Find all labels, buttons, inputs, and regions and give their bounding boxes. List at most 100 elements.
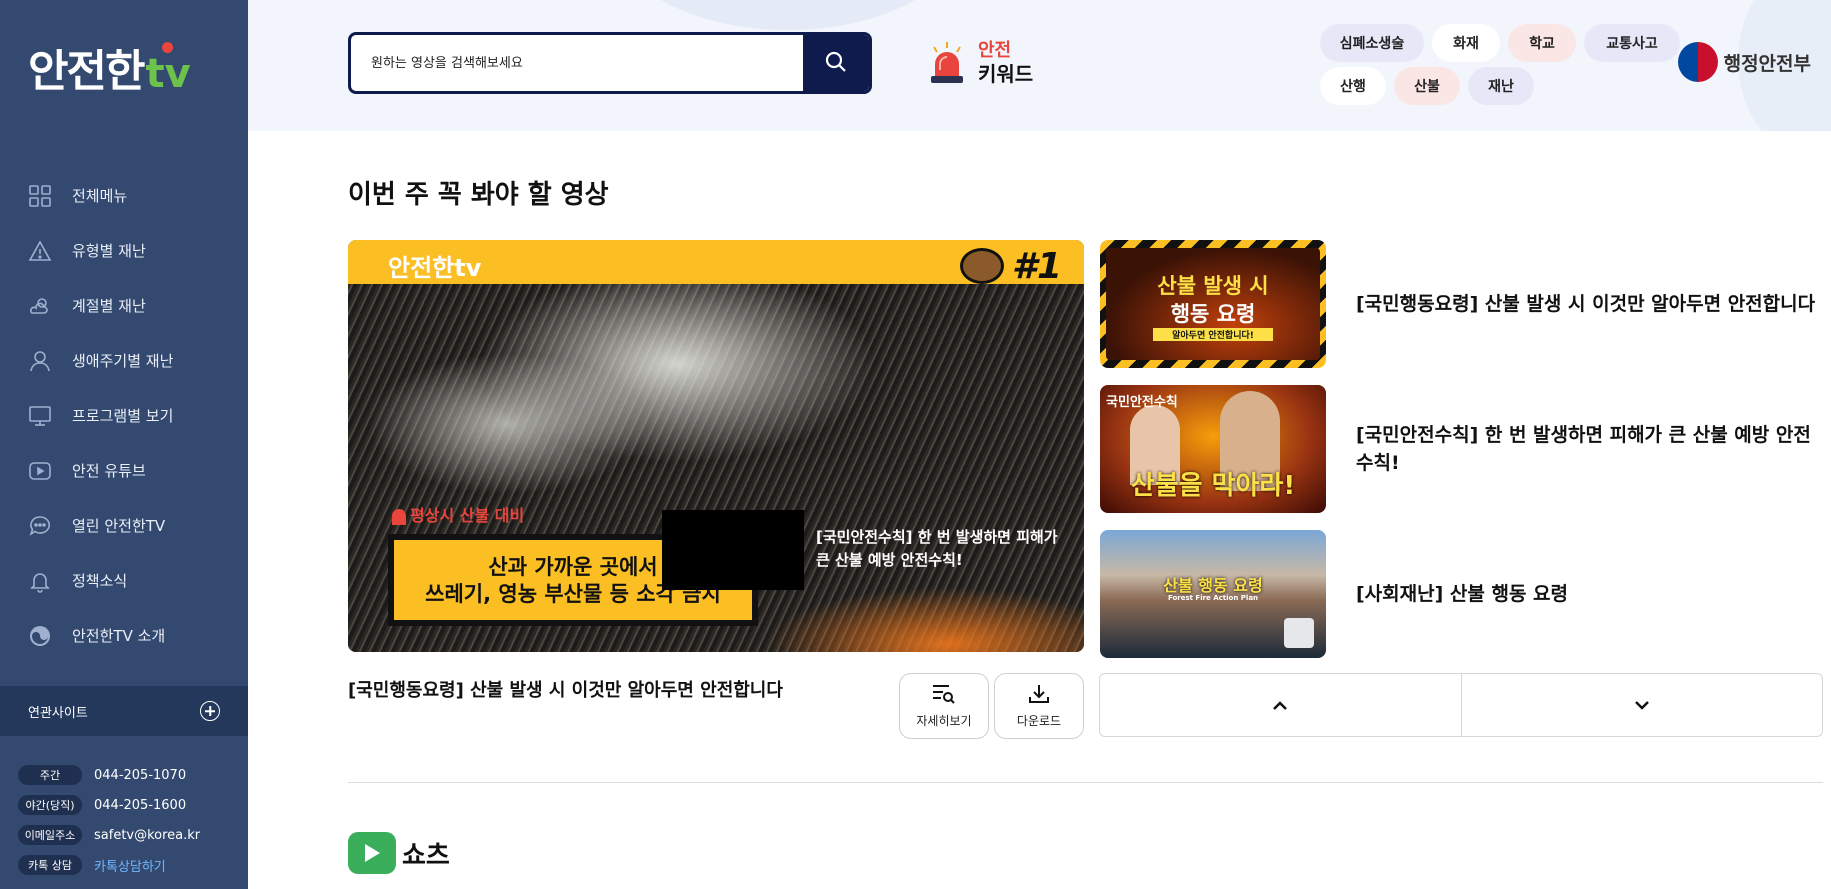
detail-view-button[interactable]: 자세히보기 — [899, 673, 989, 739]
download-button[interactable]: 다운로드 — [994, 673, 1084, 739]
sidebar-item-program[interactable]: 프로그램별 보기 — [0, 388, 248, 443]
search-box — [348, 32, 872, 94]
video-title: [국민행동요령] 산불 발생 시 이것만 알아두면 안전합니다 — [1356, 292, 1816, 315]
featured-video[interactable]: 안전한tv #1 평상시 산불 대비 산과 가까운 곳에서 쓰레기, 영농 부산… — [348, 240, 1084, 652]
siren-small-icon — [392, 508, 406, 525]
contact-value: 044-205-1600 — [94, 797, 187, 813]
section-divider — [348, 782, 1823, 783]
featured-logo: 안전한tv — [388, 254, 482, 282]
search-button[interactable] — [803, 35, 869, 91]
video-thumbnail: 산불 행동 요령 Forest Fire Action Plan — [1100, 530, 1326, 658]
featured-video-title[interactable]: [국민행동요령] 산불 발생 시 이것만 알아두면 안전합니다 — [348, 676, 783, 702]
safety-keyword-title: 안전 키워드 — [928, 40, 1033, 86]
section-title: 이번 주 꼭 봐야 할 영상 — [348, 180, 609, 210]
contact-tag: 주간 — [18, 765, 82, 785]
list-item[interactable]: 국민안전수칙 산불을 막아라! [국민안전수칙] 한 번 발생하면 피해가 큰 … — [1100, 385, 1820, 513]
header-decoration — [618, 0, 958, 30]
shorts-title: 쇼츠 — [402, 840, 450, 871]
keyword-title-line2: 키워드 — [978, 61, 1034, 86]
logo-dot-icon — [162, 42, 173, 53]
sidebar-item-label: 전체메뉴 — [72, 187, 128, 205]
sidebar-item-label: 정책소식 — [72, 572, 128, 590]
chat-icon — [28, 514, 52, 538]
list-item[interactable]: 산불 행동 요령 Forest Fire Action Plan [사회재난] … — [1100, 530, 1820, 658]
sidebar-item-about[interactable]: 안전한TV 소개 — [0, 608, 248, 663]
keyword-chip[interactable]: 심폐소생술 — [1320, 24, 1424, 62]
video-thumbnail: 국민안전수칙 산불을 막아라! — [1100, 385, 1326, 513]
logo-tv-text: tv — [145, 51, 191, 97]
sidebar: 안전한 tv 전체메뉴 유형별 재난 계절별 재난 생애주기별 재난 프로그램별… — [0, 0, 248, 889]
list-navigation — [1099, 673, 1823, 737]
next-button[interactable] — [1460, 674, 1823, 736]
featured-banner: 안전한tv #1 — [348, 240, 1084, 287]
keyword-chip[interactable]: 화재 — [1432, 24, 1500, 62]
chevron-down-icon — [1633, 696, 1651, 715]
download-label: 다운로드 — [1016, 714, 1062, 728]
thumb-text: 행동 요령 — [1170, 302, 1256, 326]
keyword-title-line1: 안전 — [978, 40, 1012, 62]
ministry-name: 행정안전부 — [1723, 52, 1811, 75]
keyword-chip[interactable]: 재난 — [1468, 67, 1534, 105]
site-logo[interactable]: 안전한 tv — [28, 40, 191, 94]
search-input[interactable] — [351, 35, 803, 91]
contact-row: 주간 044-205-1070 — [18, 760, 243, 790]
search-icon — [824, 50, 848, 77]
sidebar-item-label: 유형별 재난 — [72, 242, 146, 260]
keyword-chip[interactable]: 산불 — [1394, 67, 1460, 105]
sidebar-item-policy-news[interactable]: 정책소식 — [0, 553, 248, 608]
featured-caption: [국민안전수칙] 한 번 발생하면 피해가 큰 산불 예방 안전수칙! — [816, 528, 1058, 569]
featured-alert-label: 평상시 산불 대비 — [410, 506, 525, 525]
video-title: [국민안전수칙] 한 번 발생하면 피해가 큰 산불 예방 안전수칙! — [1356, 423, 1811, 475]
related-sites-toggle[interactable]: 연관사이트 — [0, 686, 248, 736]
sidebar-item-lifecycle-disaster[interactable]: 생애주기별 재난 — [0, 333, 248, 388]
contact-row: 카톡 상담 카톡상담하기 — [18, 850, 243, 880]
sidebar-item-label: 안전 유튜브 — [72, 462, 146, 480]
detail-view-label: 자세히보기 — [916, 714, 972, 728]
sidebar-item-all-menu[interactable]: 전체메뉴 — [0, 168, 248, 223]
contact-tag: 카톡 상담 — [18, 855, 82, 875]
sidebar-item-youtube[interactable]: 안전 유튜브 — [0, 443, 248, 498]
chevron-up-icon — [1271, 696, 1289, 715]
sidebar-item-label: 프로그램별 보기 — [72, 407, 174, 425]
featured-rank: #1 — [1011, 246, 1062, 287]
contact-value: safetv@korea.kr — [94, 827, 201, 843]
kakao-chat-link[interactable]: 카톡상담하기 — [94, 856, 166, 875]
keyword-chip[interactable]: 학교 — [1508, 24, 1576, 62]
shorts-section-title: 쇼츠 — [348, 832, 450, 874]
plus-icon — [200, 701, 220, 721]
sign-language-icon — [1284, 618, 1314, 648]
contact-row: 야간(당직) 044-205-1600 — [18, 790, 243, 820]
download-icon — [1027, 683, 1051, 708]
contact-info: 주간 044-205-1070 야간(당직) 044-205-1600 이메일주… — [18, 760, 243, 880]
siren-icon — [928, 40, 966, 86]
sidebar-item-open-tv[interactable]: 열린 안전한TV — [0, 498, 248, 553]
ministry-logo[interactable]: 행정안전부 — [1677, 42, 1811, 82]
bell-icon — [28, 569, 52, 593]
contact-tag: 이메일주소 — [18, 825, 82, 845]
monitor-icon — [28, 404, 52, 428]
thumb-text: 산불 행동 요령 — [1163, 576, 1263, 595]
warning-icon — [28, 239, 52, 263]
contact-tag: 야간(당직) — [18, 795, 82, 815]
logo-circle-icon — [28, 624, 52, 648]
previous-button[interactable] — [1100, 674, 1461, 736]
header: 안전 키워드 심폐소생술 화재 학교 교통사고 산행 산불 재난 행정안전부 — [248, 0, 1831, 131]
keyword-chip[interactable]: 교통사고 — [1584, 24, 1680, 62]
keyword-chip[interactable]: 산행 — [1320, 67, 1386, 105]
sidebar-item-type-disaster[interactable]: 유형별 재난 — [0, 223, 248, 278]
owl-mascot-icon — [960, 248, 1004, 284]
list-item[interactable]: 산불 발생 시 행동 요령 알아두면 안전합니다! [국민행동요령] 산불 발생… — [1100, 240, 1820, 368]
video-title: [사회재난] 산불 행동 요령 — [1356, 582, 1569, 605]
taegeuk-icon — [1677, 42, 1718, 82]
thumb-text: 알아두면 안전합니다! — [1153, 328, 1273, 341]
sidebar-item-label: 계절별 재난 — [72, 297, 146, 315]
contact-row: 이메일주소 safetv@korea.kr — [18, 820, 243, 850]
grid-icon — [28, 184, 52, 208]
contact-value: 044-205-1070 — [94, 767, 187, 783]
sidebar-item-season-disaster[interactable]: 계절별 재난 — [0, 278, 248, 333]
play-icon — [28, 459, 52, 483]
detail-search-icon — [931, 683, 957, 708]
thumb-text: 산불 발생 시 — [1157, 274, 1269, 298]
shorts-play-icon — [348, 832, 396, 874]
related-sites-label: 연관사이트 — [28, 705, 88, 721]
